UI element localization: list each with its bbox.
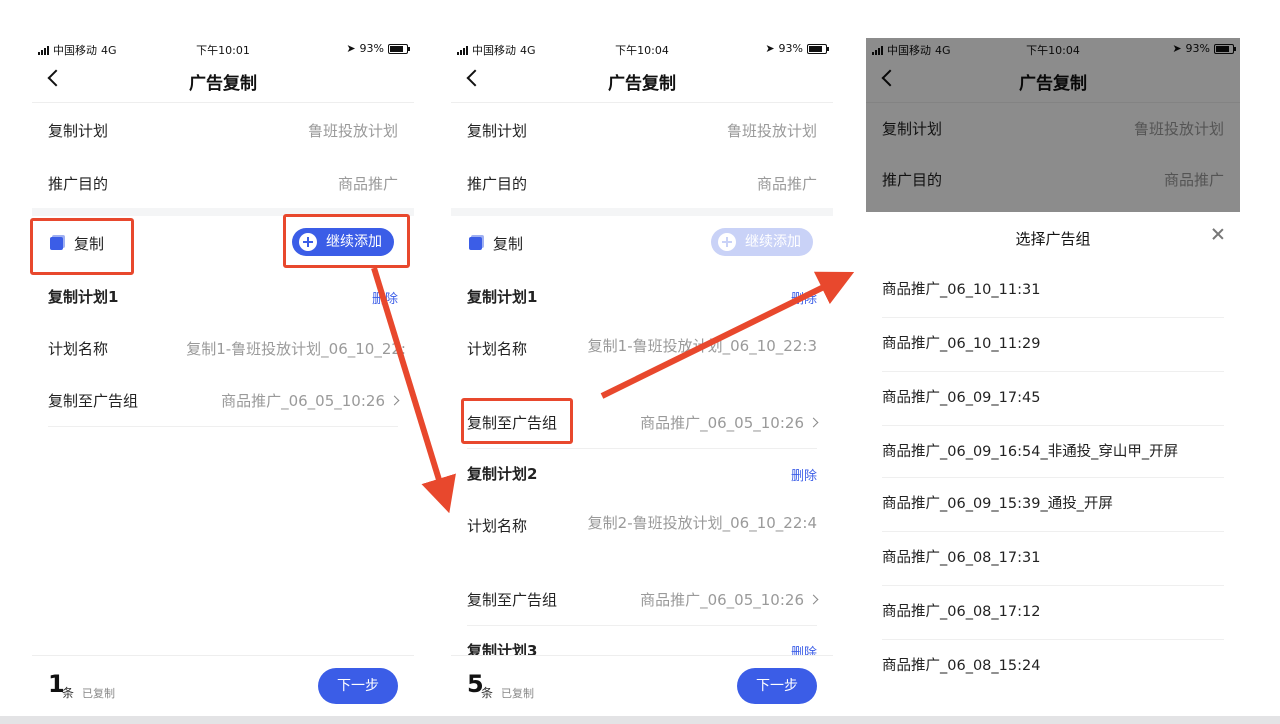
- ad-group-option[interactable]: 商品推广_06_09_15:39_通投_开屏: [882, 477, 1224, 531]
- target-group-label: 复制至广告组: [48, 392, 139, 410]
- next-step-button[interactable]: 下一步: [737, 668, 817, 704]
- ad-group-list: 商品推广_06_10_11:31 商品推广_06_10_11:29 商品推广_0…: [882, 264, 1224, 693]
- plan-1-name-row[interactable]: 计划名称 复制1-鲁班投放计划_06_10_22:3: [467, 337, 817, 386]
- plan-name-label: 计划名称: [467, 517, 528, 535]
- next-step-button[interactable]: 下一步: [318, 668, 398, 704]
- plan-name-label: 计划名称: [467, 340, 528, 358]
- ad-group-option[interactable]: 商品推广_06_08_17:12: [882, 585, 1224, 639]
- target-group-value: 商品推广_06_05_10:26: [640, 412, 819, 433]
- ad-group-option[interactable]: 商品推广_06_09_17:45: [882, 371, 1224, 425]
- target-group-value: 商品推广_06_05_10:26: [640, 589, 819, 610]
- plan-1-header: 复制计划1 删除: [467, 286, 817, 312]
- plan-name-value: 复制1-鲁班投放计划_06_10_22:: [186, 340, 406, 358]
- plan-1-label: 复制计划1: [467, 288, 538, 306]
- add-more-button-disabled[interactable]: 继续添加: [711, 228, 813, 256]
- delete-plan-2-button[interactable]: 删除: [791, 465, 817, 484]
- nav-bar: 广告复制: [451, 60, 833, 103]
- target-group-value: 商品推广_06_05_10:26: [221, 390, 400, 411]
- ad-group-option[interactable]: 商品推广_06_10_11:31: [882, 264, 1224, 317]
- copy-section-header: 复制 继续添加: [467, 224, 817, 264]
- page-title: 广告复制: [189, 74, 257, 94]
- nav-bar: 广告复制: [32, 60, 414, 103]
- screen-1: 中国移动 4G 下午10:01 ➤ 93% 广告复制 复制计划 鲁班投放计划 推…: [32, 38, 414, 716]
- purpose-value: 商品推广: [756, 175, 817, 193]
- screen-2: 中国移动 4G 下午10:04 ➤ 93% 广告复制 复制计划 鲁班投放计划 推…: [451, 38, 833, 716]
- copy-plan-value: 鲁班投放计划: [307, 122, 398, 140]
- battery-percent: 93%: [359, 42, 384, 55]
- ad-group-option[interactable]: 商品推广_06_09_16:54_非通投_穿山甲_开屏: [882, 425, 1224, 477]
- plan-name-value: 复制1-鲁班投放计划_06_10_22:3: [587, 337, 817, 355]
- delete-plan-1-button[interactable]: 删除: [791, 288, 817, 307]
- status-bar: 中国移动 4G 下午10:04 ➤ 93%: [451, 38, 833, 60]
- target-group-row[interactable]: 复制至广告组 商品推广_06_05_10:26: [48, 390, 400, 427]
- sheet-title: 选择广告组: [1015, 230, 1091, 248]
- battery-icon: [388, 43, 410, 54]
- location-icon: ➤: [765, 42, 775, 55]
- purpose-label: 推广目的: [48, 175, 109, 193]
- highlight-target-group-row: [461, 398, 573, 444]
- plan-1-header: 复制计划1 删除: [48, 286, 398, 312]
- add-more-label: 继续添加: [745, 234, 801, 250]
- chevron-right-icon: [808, 594, 819, 605]
- screen-3: 中国移动 4G 下午10:04 ➤ 93% 广告复制 复制计划 鲁班投放计划 推…: [866, 38, 1240, 716]
- highlight-add-more-button: [283, 214, 410, 268]
- plan-2-name-row[interactable]: 计划名称 复制2-鲁班投放计划_06_10_22:4: [467, 514, 817, 563]
- close-icon[interactable]: [1210, 226, 1226, 242]
- count-unit: 条: [62, 686, 75, 700]
- copy-plan-label: 复制计划: [48, 122, 109, 140]
- plan-2-header: 复制计划2 删除: [467, 463, 817, 489]
- count-unit: 条: [481, 686, 494, 700]
- copied-label: 已复制: [501, 687, 534, 700]
- plan-name-value: 复制2-鲁班投放计划_06_10_22:4: [587, 514, 817, 532]
- section-gap: [451, 208, 833, 216]
- plan-2-target-group-row[interactable]: 复制至广告组 商品推广_06_05_10:26: [467, 589, 819, 626]
- copy-plan-value: 鲁班投放计划: [726, 122, 817, 140]
- copy-plan-label: 复制计划: [467, 122, 528, 140]
- page-title: 广告复制: [608, 74, 676, 94]
- highlight-copy-section: [30, 218, 134, 275]
- plan-2-label: 复制计划2: [467, 465, 538, 483]
- target-group-label: 复制至广告组: [467, 591, 558, 609]
- chevron-right-icon: [808, 417, 819, 428]
- ad-group-option[interactable]: 商品推广_06_08_17:31: [882, 531, 1224, 585]
- chevron-right-icon: [389, 395, 400, 406]
- modal-backdrop[interactable]: [866, 38, 1240, 212]
- ad-group-option[interactable]: 商品推广_06_08_15:24: [882, 639, 1224, 693]
- delete-plan-1-button[interactable]: 删除: [372, 288, 398, 307]
- bottom-band: [0, 716, 1280, 724]
- ad-group-option[interactable]: 商品推广_06_10_11:29: [882, 317, 1224, 371]
- plus-icon: [718, 233, 736, 251]
- footer-bar: 1 条 已复制 下一步: [32, 655, 414, 716]
- battery-percent: 93%: [778, 42, 803, 55]
- plan-name-label: 计划名称: [48, 340, 109, 358]
- status-bar: 中国移动 4G 下午10:01 ➤ 93%: [32, 38, 414, 60]
- select-ad-group-sheet: 选择广告组 商品推广_06_10_11:31 商品推广_06_10_11:29 …: [866, 212, 1240, 716]
- copied-label: 已复制: [82, 687, 115, 700]
- purpose-label: 推广目的: [467, 175, 528, 193]
- cube-icon: [469, 237, 482, 250]
- plan-1-label: 复制计划1: [48, 288, 119, 306]
- copy-section-title: 复制: [493, 235, 524, 253]
- location-icon: ➤: [346, 42, 356, 55]
- footer-bar: 5 条 已复制 下一步: [451, 655, 833, 716]
- battery-icon: [807, 43, 829, 54]
- purpose-value: 商品推广: [337, 175, 398, 193]
